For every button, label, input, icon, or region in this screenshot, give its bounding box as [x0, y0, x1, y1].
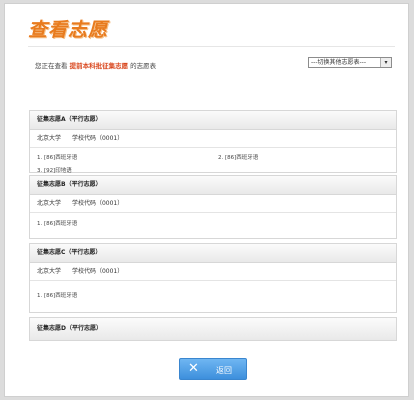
major-item: 1. [86]西班牙语 [37, 221, 78, 227]
volunteer-header: 征集志愿D（平行志愿） [30, 318, 396, 340]
school-row: 北京大学 学校代码（0001） [30, 263, 396, 281]
volunteer-header: 征集志愿B（平行志愿） [30, 176, 396, 195]
close-icon: ✕ [188, 361, 199, 376]
back-button[interactable]: ✕ 返回 [179, 358, 247, 380]
volunteer-block-c: 征集志愿C（平行志愿） 北京大学 学校代码（0001） 1. [86]西班牙语 [29, 243, 397, 313]
page-title: 查看志愿 [28, 19, 109, 41]
school-name: 北京大学 [37, 135, 62, 142]
main-panel: 查看志愿 您正在查看 提前本科批征集志愿 的志愿表 ---切换其他志愿表--- … [4, 3, 409, 397]
back-button-label: 返回 [216, 366, 232, 375]
volunteer-header: 征集志愿A（平行志愿） [30, 111, 396, 130]
volunteer-block-a: 征集志愿A（平行志愿） 北京大学 学校代码（0001） 1. [86]西班牙语 … [29, 110, 397, 174]
school-code: 学校代码（0001） [71, 268, 124, 275]
chevron-down-icon[interactable]: ▾ [380, 58, 391, 67]
volunteer-block-b: 征集志愿B（平行志愿） 北京大学 学校代码（0001） 1. [86]西班牙语 [29, 175, 397, 239]
intro-suffix: 的志愿表 [130, 62, 157, 70]
title-divider [28, 46, 395, 47]
school-name: 北京大学 [37, 200, 62, 207]
intro-prefix: 您正在查看 [35, 62, 68, 70]
major-item: 3. [92]印地语 [37, 168, 72, 174]
switch-select-value: ---切换其他志愿表--- [311, 59, 366, 66]
school-code: 学校代码（0001） [71, 135, 124, 142]
volunteer-header: 征集志愿C（平行志愿） [30, 244, 396, 263]
intro-batch-name: 提前本科批征集志愿 [69, 62, 129, 70]
volunteer-block-d: 征集志愿D（平行志愿） [29, 317, 397, 341]
major-item: 2. [86]西班牙语 [218, 155, 259, 161]
school-row: 北京大学 学校代码（0001） [30, 195, 396, 213]
major-item: 1. [86]西班牙语 [37, 155, 78, 161]
major-item: 1. [86]西班牙语 [37, 293, 78, 299]
school-name: 北京大学 [37, 268, 62, 275]
school-code: 学校代码（0001） [71, 200, 124, 207]
switch-volunteer-select[interactable]: ---切换其他志愿表--- ▾ [308, 57, 392, 68]
school-row: 北京大学 学校代码（0001） [30, 130, 396, 148]
intro-text: 您正在查看 提前本科批征集志愿 的志愿表 [35, 60, 156, 70]
